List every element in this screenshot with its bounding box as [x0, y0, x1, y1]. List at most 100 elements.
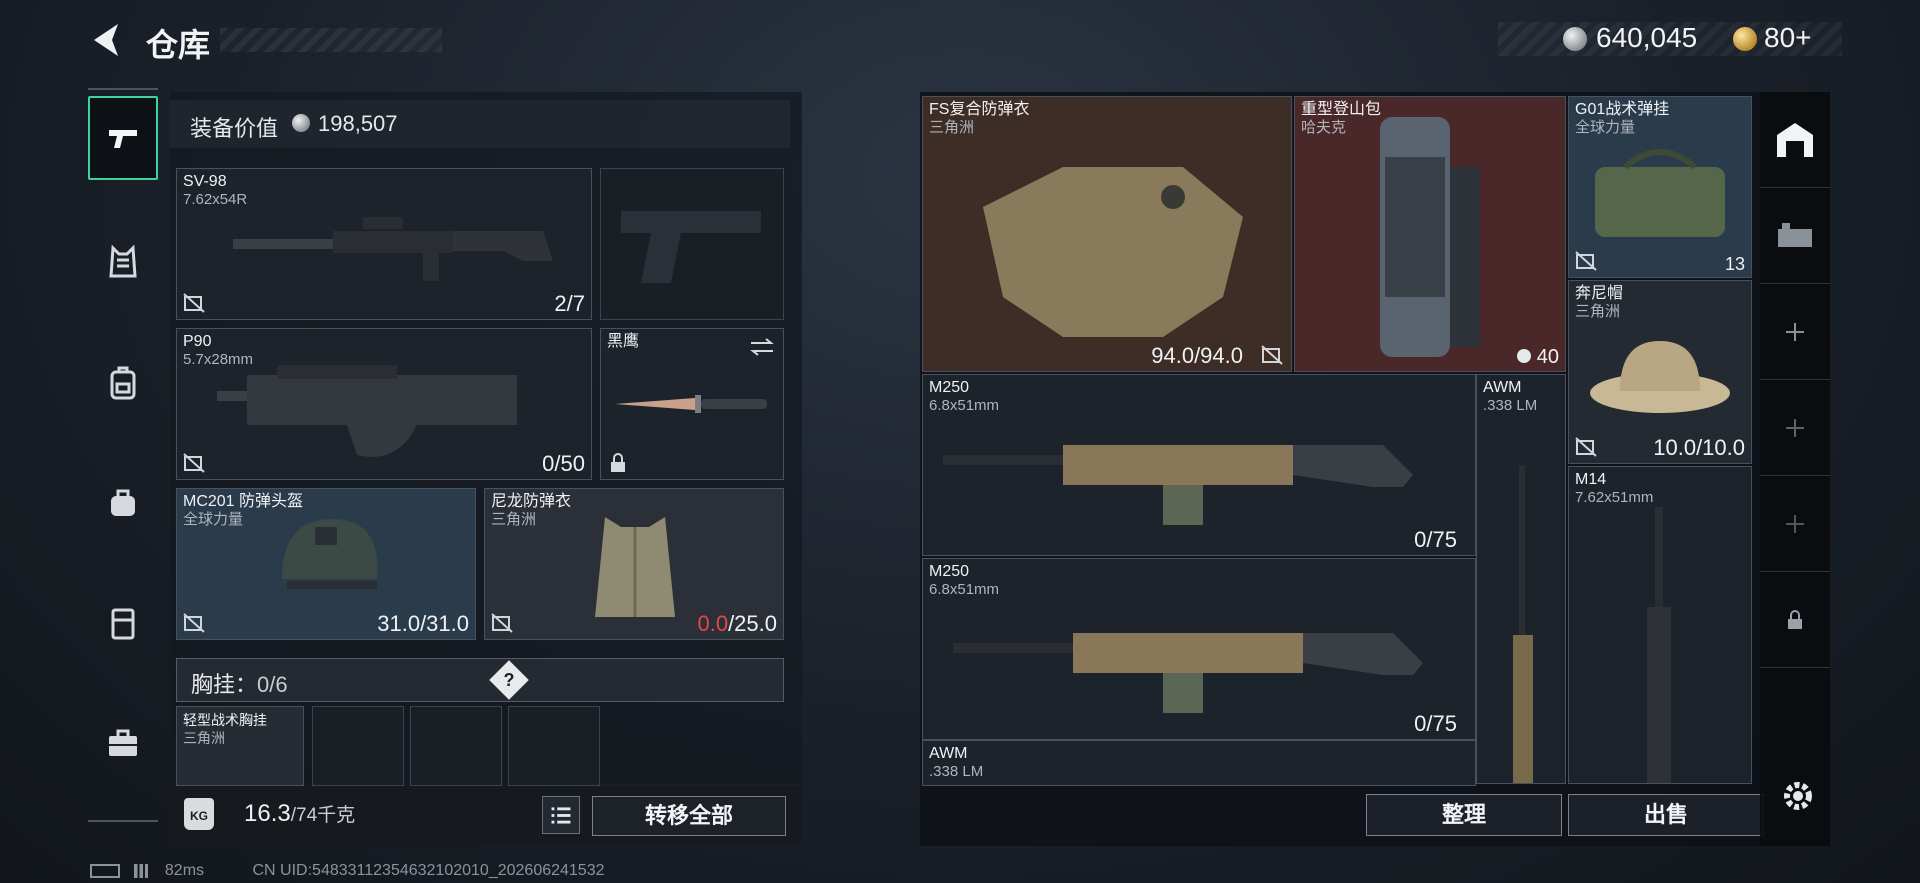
list-view-button[interactable]: [542, 796, 580, 834]
warehouse-icon: [1777, 122, 1813, 157]
battery-icon: [90, 863, 120, 878]
equipment-value: 198,507: [318, 111, 398, 136]
sell-button[interactable]: 出售: [1568, 794, 1764, 836]
rail-case[interactable]: [88, 580, 158, 664]
rifle-icon: [1647, 507, 1671, 783]
item-name: M250: [929, 379, 970, 396]
rig-pocket-slot[interactable]: [508, 706, 600, 786]
weight-icon: KG: [184, 798, 214, 830]
pistol-silhouette-icon: [621, 211, 761, 283]
melee-slot[interactable]: 黑鹰: [600, 328, 784, 480]
rig-pocket-slot[interactable]: [312, 706, 404, 786]
equipment-value-label: 装备价值: [190, 116, 279, 141]
item-name: G01战术弹挂: [1575, 101, 1670, 118]
helmet-slot[interactable]: MC201 防弹头盔 全球力量 31.0/31.0: [176, 488, 476, 640]
durability-value: 10.0/10.0: [1653, 435, 1745, 460]
item-caliber: .338 LM: [1483, 397, 1538, 414]
transfer-all-button[interactable]: 转移全部: [592, 796, 786, 836]
gold-coin-icon: [1733, 27, 1757, 51]
rail-toolbox[interactable]: [88, 700, 158, 784]
rail-weapons[interactable]: [88, 96, 158, 180]
ammo-count: 2/7: [554, 291, 585, 316]
no-insurance-icon: [491, 613, 513, 633]
settings-gear-icon[interactable]: [1780, 778, 1816, 814]
storage-item-m14[interactable]: M14 7.62x51mm: [1568, 466, 1752, 784]
helmet-icon: [282, 519, 378, 589]
slot-item-name: 黑鹰: [607, 333, 640, 350]
plus-icon: [1786, 418, 1804, 437]
item-name: M14: [1575, 471, 1607, 488]
storage-item-m250-2[interactable]: M250 6.8x51mm 0/75: [922, 558, 1476, 740]
add-storage-button[interactable]: [1760, 380, 1830, 476]
uid-text: CN UID:54833112354632102010_202606241532: [252, 862, 605, 879]
ammo-count: 0/75: [1414, 711, 1457, 736]
item-brand: 全球力量: [1575, 119, 1636, 136]
storage-item-armor[interactable]: FS复合防弹衣 三角洲 94.0/94.0: [922, 96, 1292, 372]
add-storage-button[interactable]: [1760, 284, 1830, 380]
durability-value: 31.0/31.0: [377, 611, 469, 636]
slot-count: 13: [1724, 254, 1745, 274]
rail-bag[interactable]: [88, 460, 158, 544]
storage-item-hat[interactable]: 奔尼帽 三角洲 10.0/10.0: [1568, 280, 1752, 464]
tab-weapon-locker[interactable]: [1760, 188, 1830, 284]
no-insurance-icon: [183, 293, 205, 313]
item-caliber: 6.8x51mm: [929, 397, 1000, 414]
pistol-icon: [109, 130, 137, 148]
item-name: AWM: [929, 745, 968, 762]
body-armor-slot[interactable]: 尼龙防弹衣 三角洲 0.0/25.0: [484, 488, 784, 640]
tab-warehouse[interactable]: [1760, 92, 1830, 188]
case-icon: [111, 608, 135, 640]
locked-storage-tab[interactable]: [1760, 572, 1830, 668]
gold-currency-value[interactable]: 80+: [1764, 22, 1812, 54]
secondary-weapon-slot[interactable]: P90 5.7x28mm 0/50: [176, 328, 592, 480]
machine-gun-icon: [953, 633, 1423, 713]
rail-vest[interactable]: [88, 220, 158, 304]
back-arrow-icon[interactable]: [88, 22, 124, 58]
storage-item-awm[interactable]: AWM .338 LM: [922, 740, 1476, 786]
storage-item-m250[interactable]: M250 6.8x51mm 0/75: [922, 374, 1476, 556]
plus-icon: [1786, 322, 1804, 341]
no-insurance-icon: [1575, 437, 1597, 457]
no-insurance-icon: [183, 453, 205, 473]
storage-item-backpack[interactable]: 重型登山包 哈夫克 40: [1294, 96, 1566, 372]
rail-backpack[interactable]: [88, 340, 158, 424]
signal-icon: [134, 863, 149, 878]
lock-icon: [1788, 609, 1802, 629]
chest-rig-icon: [1595, 149, 1725, 237]
slot-item-name: P90: [183, 333, 212, 350]
chest-rig-bar: 胸挂：0/6 ?: [176, 658, 784, 702]
item-caliber: 6.8x51mm: [929, 581, 1000, 598]
bag-icon: [111, 489, 135, 516]
vest-icon: [109, 244, 137, 278]
no-insurance-icon: [1261, 345, 1283, 365]
sniper-rifle-icon: [233, 217, 553, 281]
sort-button[interactable]: 整理: [1366, 794, 1562, 836]
chest-rig-slot[interactable]: 轻型战术胸挂 三角洲: [176, 706, 304, 786]
storage-item-awm-vertical[interactable]: AWM .338 LM: [1476, 374, 1566, 784]
backpack-icon: [110, 366, 136, 400]
item-name: FS复合防弹衣: [929, 101, 1030, 118]
item-brand: 三角洲: [929, 119, 975, 136]
slot-item-name: 尼龙防弹衣: [491, 493, 572, 510]
storage-item-chest-rig[interactable]: G01战术弹挂 全球力量 13: [1568, 96, 1752, 278]
storage-tabs-rail: [1760, 92, 1830, 846]
silver-currency-value: 640,045: [1596, 22, 1698, 53]
carry-weight: 16.3/74千克: [244, 800, 356, 827]
status-bar: 82ms CN UID:54833112354632102010_2026062…: [90, 862, 605, 880]
smg-icon: [217, 365, 517, 457]
weapon-locker-icon: [1778, 222, 1812, 247]
sidearm-slot-empty[interactable]: [600, 168, 784, 320]
add-storage-button[interactable]: [1760, 476, 1830, 572]
no-insurance-icon: [1575, 251, 1597, 271]
sniper-rifle-icon: [1513, 465, 1533, 783]
capacity-value: 40: [1516, 346, 1559, 369]
silver-coin-icon: [292, 114, 310, 132]
rig-pocket-slot[interactable]: [410, 706, 502, 786]
item-brand: 三角洲: [1575, 303, 1621, 320]
toolbox-icon: [109, 729, 137, 756]
help-button[interactable]: ?: [489, 660, 529, 700]
primary-weapon-slot[interactable]: SV-98 7.62x54R 2/7: [176, 168, 592, 320]
no-insurance-icon: [183, 613, 205, 633]
swap-arrows-icon[interactable]: [749, 337, 775, 357]
item-caliber: 7.62x51mm: [1575, 489, 1654, 506]
